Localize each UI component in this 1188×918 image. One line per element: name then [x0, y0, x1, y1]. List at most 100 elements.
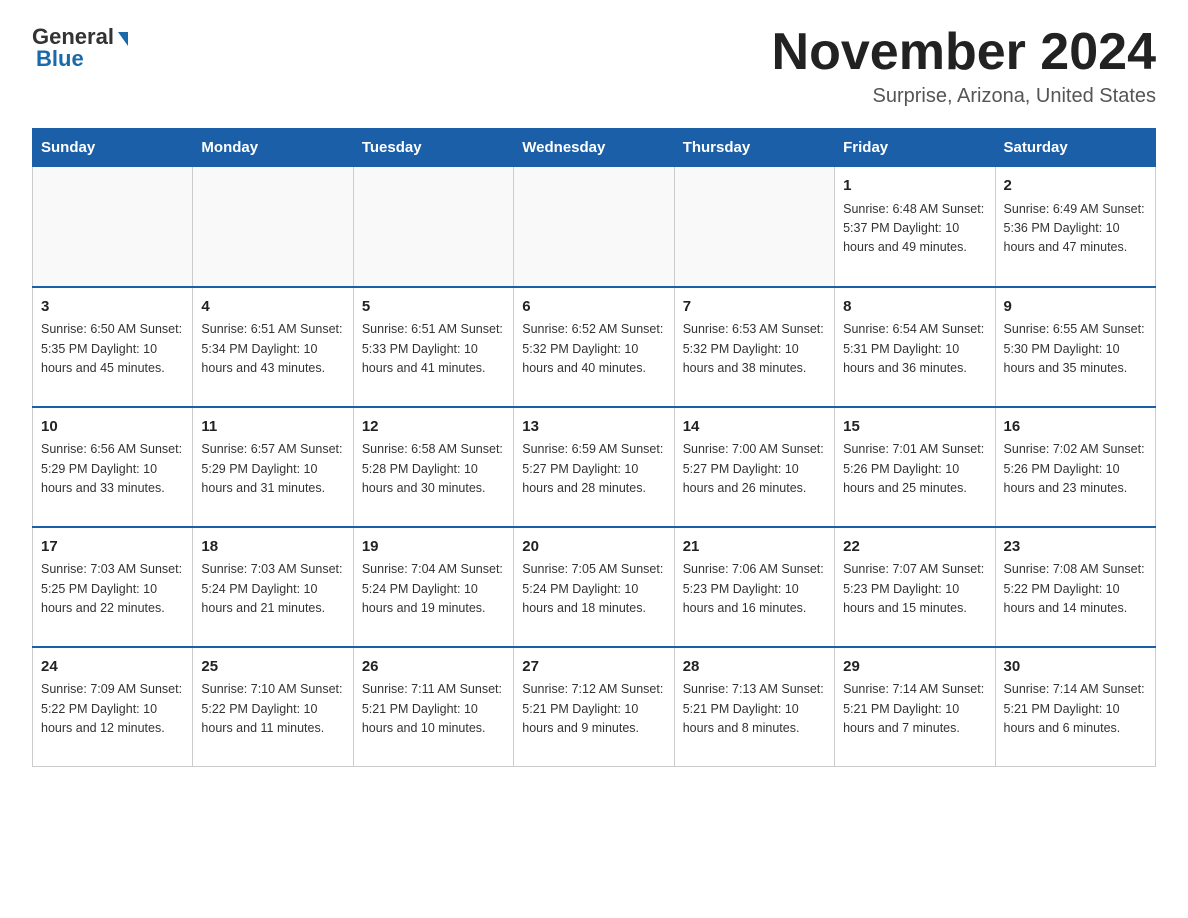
- day-number: 4: [201, 296, 344, 319]
- calendar-cell: [353, 167, 513, 287]
- day-info: Sunrise: 7:06 AM Sunset: 5:23 PM Dayligh…: [683, 560, 826, 618]
- day-info: Sunrise: 7:13 AM Sunset: 5:21 PM Dayligh…: [683, 680, 826, 738]
- calendar-cell: 1Sunrise: 6:48 AM Sunset: 5:37 PM Daylig…: [835, 167, 995, 287]
- calendar-cell: [193, 167, 353, 287]
- day-number: 22: [843, 536, 986, 559]
- day-number: 17: [41, 536, 184, 559]
- calendar-cell: [33, 167, 193, 287]
- day-number: 6: [522, 296, 665, 319]
- day-info: Sunrise: 6:49 AM Sunset: 5:36 PM Dayligh…: [1004, 200, 1147, 258]
- day-info: Sunrise: 6:59 AM Sunset: 5:27 PM Dayligh…: [522, 440, 665, 498]
- weekday-header-friday: Friday: [835, 129, 995, 167]
- day-number: 26: [362, 656, 505, 679]
- day-number: 21: [683, 536, 826, 559]
- day-number: 18: [201, 536, 344, 559]
- day-info: Sunrise: 7:07 AM Sunset: 5:23 PM Dayligh…: [843, 560, 986, 618]
- day-info: Sunrise: 6:52 AM Sunset: 5:32 PM Dayligh…: [522, 320, 665, 378]
- calendar-cell: 18Sunrise: 7:03 AM Sunset: 5:24 PM Dayli…: [193, 527, 353, 647]
- day-info: Sunrise: 6:56 AM Sunset: 5:29 PM Dayligh…: [41, 440, 184, 498]
- calendar-cell: 27Sunrise: 7:12 AM Sunset: 5:21 PM Dayli…: [514, 647, 674, 767]
- day-number: 11: [201, 416, 344, 439]
- day-info: Sunrise: 7:03 AM Sunset: 5:24 PM Dayligh…: [201, 560, 344, 618]
- day-number: 8: [843, 296, 986, 319]
- calendar-cell: 22Sunrise: 7:07 AM Sunset: 5:23 PM Dayli…: [835, 527, 995, 647]
- calendar-week-row: 24Sunrise: 7:09 AM Sunset: 5:22 PM Dayli…: [33, 647, 1156, 767]
- calendar-cell: 19Sunrise: 7:04 AM Sunset: 5:24 PM Dayli…: [353, 527, 513, 647]
- day-info: Sunrise: 7:09 AM Sunset: 5:22 PM Dayligh…: [41, 680, 184, 738]
- logo-blue-text: Blue: [36, 46, 84, 72]
- logo-arrow-icon: [118, 32, 128, 46]
- calendar-week-row: 17Sunrise: 7:03 AM Sunset: 5:25 PM Dayli…: [33, 527, 1156, 647]
- calendar-cell: 23Sunrise: 7:08 AM Sunset: 5:22 PM Dayli…: [995, 527, 1155, 647]
- day-info: Sunrise: 7:08 AM Sunset: 5:22 PM Dayligh…: [1004, 560, 1147, 618]
- day-info: Sunrise: 7:14 AM Sunset: 5:21 PM Dayligh…: [843, 680, 986, 738]
- day-number: 10: [41, 416, 184, 439]
- day-number: 2: [1004, 175, 1147, 198]
- day-number: 30: [1004, 656, 1147, 679]
- logo: General Blue: [32, 24, 128, 72]
- day-number: 28: [683, 656, 826, 679]
- calendar-cell: 21Sunrise: 7:06 AM Sunset: 5:23 PM Dayli…: [674, 527, 834, 647]
- day-number: 16: [1004, 416, 1147, 439]
- month-title: November 2024: [772, 24, 1156, 81]
- calendar-cell: [514, 167, 674, 287]
- calendar-cell: 30Sunrise: 7:14 AM Sunset: 5:21 PM Dayli…: [995, 647, 1155, 767]
- calendar-cell: 29Sunrise: 7:14 AM Sunset: 5:21 PM Dayli…: [835, 647, 995, 767]
- calendar-cell: 25Sunrise: 7:10 AM Sunset: 5:22 PM Dayli…: [193, 647, 353, 767]
- day-number: 5: [362, 296, 505, 319]
- calendar-cell: 2Sunrise: 6:49 AM Sunset: 5:36 PM Daylig…: [995, 167, 1155, 287]
- day-number: 24: [41, 656, 184, 679]
- calendar-cell: 20Sunrise: 7:05 AM Sunset: 5:24 PM Dayli…: [514, 527, 674, 647]
- day-number: 15: [843, 416, 986, 439]
- day-info: Sunrise: 6:51 AM Sunset: 5:33 PM Dayligh…: [362, 320, 505, 378]
- weekday-header-tuesday: Tuesday: [353, 129, 513, 167]
- calendar-cell: 15Sunrise: 7:01 AM Sunset: 5:26 PM Dayli…: [835, 407, 995, 527]
- calendar-cell: 13Sunrise: 6:59 AM Sunset: 5:27 PM Dayli…: [514, 407, 674, 527]
- calendar-cell: 11Sunrise: 6:57 AM Sunset: 5:29 PM Dayli…: [193, 407, 353, 527]
- day-number: 1: [843, 175, 986, 198]
- day-info: Sunrise: 7:05 AM Sunset: 5:24 PM Dayligh…: [522, 560, 665, 618]
- header: General Blue November 2024 Surprise, Ari…: [32, 24, 1156, 108]
- calendar-cell: 12Sunrise: 6:58 AM Sunset: 5:28 PM Dayli…: [353, 407, 513, 527]
- day-info: Sunrise: 6:51 AM Sunset: 5:34 PM Dayligh…: [201, 320, 344, 378]
- weekday-header-thursday: Thursday: [674, 129, 834, 167]
- day-number: 27: [522, 656, 665, 679]
- weekday-header-saturday: Saturday: [995, 129, 1155, 167]
- calendar-cell: 10Sunrise: 6:56 AM Sunset: 5:29 PM Dayli…: [33, 407, 193, 527]
- day-number: 13: [522, 416, 665, 439]
- day-info: Sunrise: 6:54 AM Sunset: 5:31 PM Dayligh…: [843, 320, 986, 378]
- calendar-cell: 14Sunrise: 7:00 AM Sunset: 5:27 PM Dayli…: [674, 407, 834, 527]
- day-number: 12: [362, 416, 505, 439]
- day-info: Sunrise: 7:12 AM Sunset: 5:21 PM Dayligh…: [522, 680, 665, 738]
- calendar-cell: 7Sunrise: 6:53 AM Sunset: 5:32 PM Daylig…: [674, 287, 834, 407]
- calendar-cell: 28Sunrise: 7:13 AM Sunset: 5:21 PM Dayli…: [674, 647, 834, 767]
- weekday-header-sunday: Sunday: [33, 129, 193, 167]
- day-number: 3: [41, 296, 184, 319]
- calendar-week-row: 1Sunrise: 6:48 AM Sunset: 5:37 PM Daylig…: [33, 167, 1156, 287]
- day-number: 9: [1004, 296, 1147, 319]
- calendar-cell: 4Sunrise: 6:51 AM Sunset: 5:34 PM Daylig…: [193, 287, 353, 407]
- day-number: 14: [683, 416, 826, 439]
- day-info: Sunrise: 7:01 AM Sunset: 5:26 PM Dayligh…: [843, 440, 986, 498]
- calendar-cell: 17Sunrise: 7:03 AM Sunset: 5:25 PM Dayli…: [33, 527, 193, 647]
- day-info: Sunrise: 7:04 AM Sunset: 5:24 PM Dayligh…: [362, 560, 505, 618]
- calendar-cell: 26Sunrise: 7:11 AM Sunset: 5:21 PM Dayli…: [353, 647, 513, 767]
- calendar-cell: 8Sunrise: 6:54 AM Sunset: 5:31 PM Daylig…: [835, 287, 995, 407]
- day-info: Sunrise: 7:03 AM Sunset: 5:25 PM Dayligh…: [41, 560, 184, 618]
- day-number: 7: [683, 296, 826, 319]
- day-info: Sunrise: 6:48 AM Sunset: 5:37 PM Dayligh…: [843, 200, 986, 258]
- calendar-cell: 5Sunrise: 6:51 AM Sunset: 5:33 PM Daylig…: [353, 287, 513, 407]
- day-info: Sunrise: 6:58 AM Sunset: 5:28 PM Dayligh…: [362, 440, 505, 498]
- calendar-cell: 3Sunrise: 6:50 AM Sunset: 5:35 PM Daylig…: [33, 287, 193, 407]
- weekday-header-row: SundayMondayTuesdayWednesdayThursdayFrid…: [33, 129, 1156, 167]
- day-info: Sunrise: 7:02 AM Sunset: 5:26 PM Dayligh…: [1004, 440, 1147, 498]
- day-info: Sunrise: 7:00 AM Sunset: 5:27 PM Dayligh…: [683, 440, 826, 498]
- calendar-cell: 16Sunrise: 7:02 AM Sunset: 5:26 PM Dayli…: [995, 407, 1155, 527]
- day-info: Sunrise: 6:53 AM Sunset: 5:32 PM Dayligh…: [683, 320, 826, 378]
- calendar-cell: 6Sunrise: 6:52 AM Sunset: 5:32 PM Daylig…: [514, 287, 674, 407]
- calendar-week-row: 3Sunrise: 6:50 AM Sunset: 5:35 PM Daylig…: [33, 287, 1156, 407]
- day-info: Sunrise: 7:10 AM Sunset: 5:22 PM Dayligh…: [201, 680, 344, 738]
- calendar-table: SundayMondayTuesdayWednesdayThursdayFrid…: [32, 128, 1156, 767]
- weekday-header-monday: Monday: [193, 129, 353, 167]
- day-info: Sunrise: 6:50 AM Sunset: 5:35 PM Dayligh…: [41, 320, 184, 378]
